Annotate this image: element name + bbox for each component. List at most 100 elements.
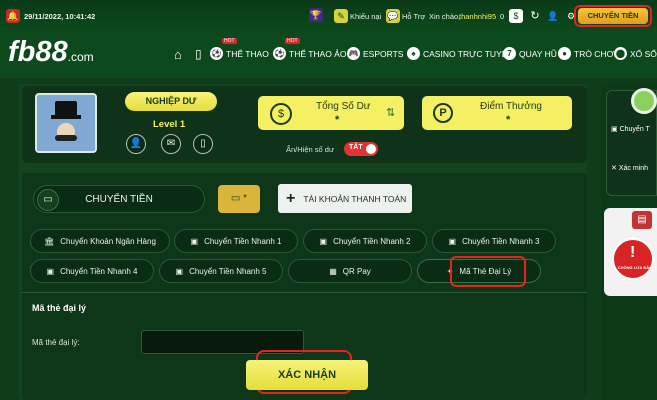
user-icon[interactable]: 👤 bbox=[546, 9, 560, 23]
total-balance-label: Tổng Số Dư bbox=[316, 101, 371, 112]
money-icon: ▣ bbox=[319, 236, 328, 246]
coin-icon: $ bbox=[509, 9, 523, 23]
profile-edit-icon[interactable]: 👤 bbox=[126, 134, 146, 154]
points-card: P Điểm Thưởng * bbox=[422, 96, 572, 130]
transfer-button[interactable]: CHUYỂN TIỀN bbox=[578, 8, 648, 24]
points-icon: P bbox=[433, 103, 453, 123]
rank-badge: NGHIỆP DƯ bbox=[125, 92, 217, 111]
chip-icon: ● bbox=[558, 47, 571, 60]
profile-card: NGHIỆP DƯ Level 1 👤 ✉ ▯ $ Tổng Số Dư * ⇅… bbox=[22, 86, 587, 163]
nav-label: THỂ THAO bbox=[226, 48, 269, 59]
nav-item-lottery[interactable]: ⬤ XỔ SỐ bbox=[614, 47, 657, 60]
sidebar-item-label: Xác minh bbox=[618, 165, 649, 172]
method-label: Chuyển Tiền Nhanh 1 bbox=[204, 236, 282, 246]
refresh-icon[interactable]: ↻ bbox=[528, 9, 542, 23]
home-icon[interactable]: ⌂ bbox=[174, 47, 182, 62]
method-qr-pay[interactable]: ▦ QR Pay bbox=[288, 259, 412, 283]
method-label: QR Pay bbox=[342, 266, 371, 276]
worldcup-icon[interactable]: 🏆 bbox=[309, 8, 323, 22]
nav-label: THỂ THAO ẢO bbox=[289, 48, 347, 59]
method-quick-4[interactable]: ▣ Chuyển Tiền Nhanh 4 bbox=[30, 259, 154, 283]
toggle-label: Ẩn/Hiện số dư bbox=[286, 145, 334, 154]
swap-icon[interactable]: ⇅ bbox=[386, 106, 395, 119]
total-balance-card: $ Tổng Số Dư * ⇅ bbox=[258, 96, 404, 130]
brand-logo[interactable]: fb88.com bbox=[8, 36, 120, 74]
money-icon: ▣ bbox=[611, 126, 618, 133]
divider bbox=[22, 292, 587, 293]
nav-item-sports[interactable]: ⚽ HOT THỂ THAO bbox=[210, 38, 269, 60]
nav-item-esports[interactable]: 🎮 ESPORTS bbox=[347, 47, 403, 60]
nav-label: TRÒ CHƠI bbox=[574, 48, 617, 59]
mobile-icon[interactable]: ▯ bbox=[195, 47, 202, 61]
verify-icon: ✕ bbox=[611, 165, 617, 172]
wallet-value: * bbox=[243, 193, 248, 204]
virtual-soccer-icon: ⚽ bbox=[273, 47, 286, 60]
anti-scam-badge: ! CHỐNG LỪA ĐẢO bbox=[612, 238, 654, 280]
money-icon: ▣ bbox=[190, 236, 199, 246]
field-label: Mã thẻ đại lý: bbox=[32, 338, 80, 347]
nav-label: QUAY HŨ bbox=[519, 48, 557, 59]
tab-payment-accounts[interactable]: + TÀI KHOẢN THANH TOÁN bbox=[278, 184, 412, 213]
greeting-text: Xin chào, bbox=[429, 12, 461, 21]
support-chat-icon: 💬 bbox=[386, 9, 400, 23]
method-bank-transfer[interactable]: 🏛 Chuyển Khoản Ngân Hàng bbox=[30, 229, 170, 253]
coins-icon: $ bbox=[270, 103, 292, 125]
money-icon: ▣ bbox=[175, 266, 184, 276]
wallet-icon: ▭ bbox=[230, 193, 241, 204]
nav-label: CASINO TRỰC TUYẾN bbox=[423, 48, 514, 59]
phone-icon[interactable]: ▯ bbox=[193, 134, 213, 154]
total-balance-value: * bbox=[335, 114, 340, 126]
username[interactable]: thanhnhi95 bbox=[459, 12, 496, 21]
right-sidebar: ▣ Chuyển T ✕ Xác minh ▤ ! CHỐNG LỪA ĐẢO bbox=[601, 84, 657, 400]
warning-card[interactable]: ▤ ! CHỐNG LỪA ĐẢO bbox=[604, 208, 657, 296]
method-quick-2[interactable]: ▣ Chuyển Tiền Nhanh 2 bbox=[303, 229, 427, 253]
gamepad-icon: 🎮 bbox=[347, 47, 360, 60]
balance-value: 0 bbox=[500, 12, 505, 21]
cards-icon: ♠ bbox=[407, 47, 420, 60]
points-value: * bbox=[506, 114, 511, 126]
submit-button[interactable]: XÁC NHẬN bbox=[246, 360, 368, 390]
method-label: Chuyển Tiền Nhanh 3 bbox=[462, 236, 540, 246]
balance-toggle[interactable]: TẮT bbox=[344, 142, 378, 156]
chat-bubble-icon[interactable] bbox=[631, 88, 657, 114]
sidebar-item-label: Chuyển T bbox=[619, 126, 650, 133]
section-title: Mã thẻ đại lý bbox=[32, 303, 87, 313]
datetime: 29/11/2022, 10:41:42 bbox=[24, 12, 96, 21]
avatar[interactable] bbox=[35, 93, 97, 153]
sidebar-item-verify[interactable]: ✕ Xác minh bbox=[611, 164, 648, 172]
wallet-icon: ▭ bbox=[37, 189, 59, 211]
method-quick-5[interactable]: ▣ Chuyển Tiền Nhanh 5 bbox=[159, 259, 283, 283]
main-nav: fb88.com ⌂ ▯ ⚽ HOT THỂ THAO ⚽ HOT THỂ THAO Ả… bbox=[0, 33, 657, 78]
mail-icon[interactable]: ✉ bbox=[161, 134, 181, 154]
method-label: Chuyển Tiền Nhanh 4 bbox=[60, 266, 138, 276]
slot-icon: 7 bbox=[503, 47, 516, 60]
sidebar-item-transfer[interactable]: ▣ Chuyển T bbox=[611, 125, 650, 133]
tab-wallet[interactable]: ▭ * bbox=[218, 185, 260, 213]
support-link[interactable]: Hỗ Trợ bbox=[402, 12, 425, 21]
money-icon: ▣ bbox=[46, 266, 55, 276]
logo-suffix: .com bbox=[67, 50, 94, 64]
method-label: Chuyển Khoản Ngân Hàng bbox=[60, 236, 156, 246]
method-label: Chuyển Tiền Nhanh 2 bbox=[333, 236, 411, 246]
complaint-link[interactable]: Khiếu nại bbox=[350, 12, 381, 21]
plus-icon: + bbox=[286, 189, 296, 207]
tab-transfer[interactable]: ▭ CHUYỂN TIỀN bbox=[33, 185, 205, 213]
method-quick-1[interactable]: ▣ Chuyển Tiền Nhanh 1 bbox=[174, 229, 298, 253]
notification-bell-icon[interactable]: 🔔 bbox=[6, 9, 20, 23]
nav-item-games[interactable]: ● TRÒ CHƠI bbox=[558, 47, 616, 60]
nav-label: ESPORTS bbox=[363, 48, 404, 59]
money-icon: ▣ bbox=[448, 236, 457, 246]
hot-badge: HOT bbox=[222, 38, 237, 44]
method-label: Chuyển Tiền Nhanh 5 bbox=[189, 266, 267, 276]
lottery-icon: ⬤ bbox=[614, 47, 627, 60]
anti-scam-label: CHỐNG LỪA ĐẢO bbox=[617, 265, 653, 270]
nav-item-virtual-sports[interactable]: ⚽ HOT THỂ THAO ẢO bbox=[273, 38, 347, 60]
qr-icon: ▦ bbox=[329, 266, 337, 276]
nav-item-casino[interactable]: ♠ CASINO TRỰC TUYẾN bbox=[407, 47, 514, 60]
nav-label: XỔ SỐ bbox=[630, 48, 657, 59]
tab-accounts-label: TÀI KHOẢN THANH TOÁN bbox=[303, 193, 407, 204]
bank-icon: 🏛 bbox=[44, 236, 55, 246]
nav-item-slots[interactable]: 7 QUAY HŨ bbox=[503, 47, 557, 60]
method-quick-3[interactable]: ▣ Chuyển Tiền Nhanh 3 bbox=[432, 229, 556, 253]
top-bar: 🔔 29/11/2022, 10:41:42 🏆 ✎ Khiếu nại 💬 H… bbox=[0, 0, 657, 33]
